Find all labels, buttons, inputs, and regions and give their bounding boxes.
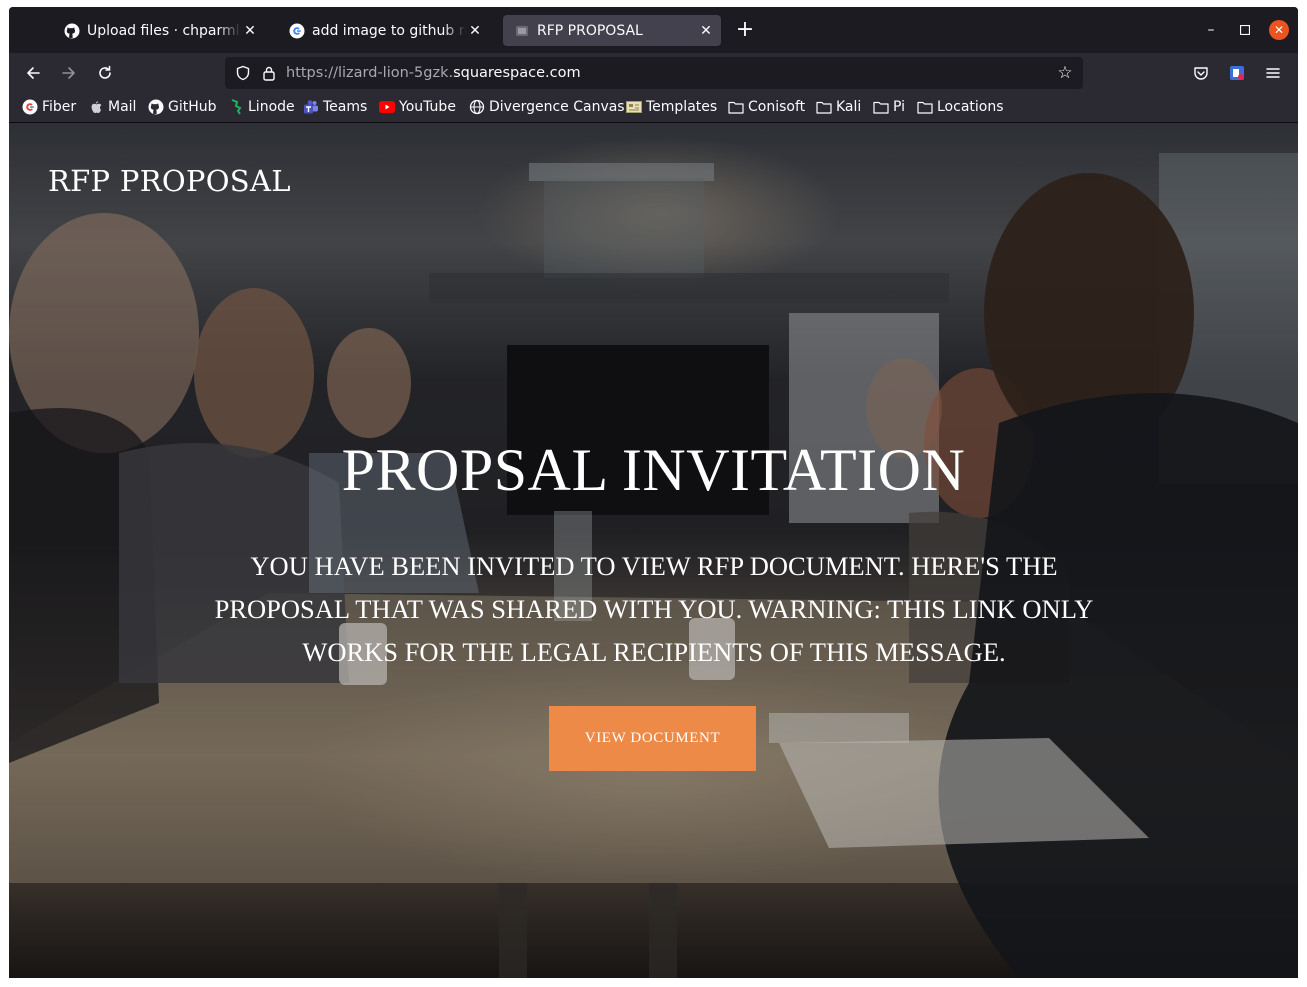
new-tab-button[interactable]: + — [733, 19, 757, 43]
browser-window: Upload files · chparmley/f ✕ add image t… — [9, 7, 1298, 978]
bookmark-teams[interactable]: Teams — [303, 97, 367, 117]
navigation-bar: https://lizard-lion-5gzk.squarespace.com… — [9, 53, 1298, 93]
tab-google-search[interactable]: add image to github read ✕ — [278, 15, 490, 46]
hero-body-text: YOU HAVE BEEN INVITED TO VIEW RFP DOCUME… — [214, 551, 1094, 667]
extension-icon[interactable] — [1227, 63, 1247, 83]
view-document-button[interactable]: VIEW DOCUMENT — [549, 706, 756, 771]
bookmark-label: Mail — [108, 99, 137, 115]
folder-icon — [728, 99, 744, 115]
url-prefix: https://lizard-lion-5gzk. — [286, 65, 454, 81]
forward-button[interactable] — [57, 61, 81, 85]
youtube-icon — [379, 99, 395, 115]
tab-strip: Upload files · chparmley/f ✕ add image t… — [9, 7, 1298, 53]
bookmark-templates[interactable]: Templates — [626, 97, 717, 117]
bookmark-label: Templates — [646, 99, 718, 115]
bookmark-kali[interactable]: Kali — [816, 97, 861, 117]
bookmark-fiber[interactable]: Fiber — [22, 97, 76, 117]
teams-icon — [303, 99, 319, 115]
close-icon[interactable]: ✕ — [241, 23, 259, 39]
tab-github-upload[interactable]: Upload files · chparmley/f ✕ — [53, 15, 265, 46]
bookmark-label: Fiber — [42, 99, 77, 115]
bookmark-label: Pi — [893, 99, 906, 115]
tab-rfp-proposal[interactable]: RFP PROPOSAL ✕ — [503, 15, 721, 46]
bookmark-locations[interactable]: Locations — [917, 97, 1004, 117]
squarespace-icon — [514, 23, 530, 39]
bookmark-label: Conisoft — [748, 99, 806, 115]
bookmark-linode[interactable]: Linode — [228, 97, 295, 117]
tab-title: add image to github read — [312, 22, 466, 39]
minimize-icon[interactable]: – — [1201, 20, 1221, 40]
reload-button[interactable] — [93, 61, 117, 85]
folder-icon — [917, 99, 933, 115]
pocket-icon[interactable] — [1191, 63, 1211, 83]
bookmark-label: Divergence Canvas — [489, 99, 625, 115]
bookmark-label: Kali — [836, 99, 862, 115]
bookmark-pi[interactable]: Pi — [873, 97, 905, 117]
linode-icon — [228, 99, 244, 115]
tab-title: Upload files · chparmley/f — [87, 22, 241, 39]
menu-icon[interactable] — [1263, 63, 1283, 83]
window-close-button[interactable]: ✕ — [1269, 20, 1289, 40]
close-icon[interactable]: ✕ — [466, 23, 484, 39]
site-title[interactable]: RFP PROPOSAL — [48, 164, 291, 198]
bookmark-star-icon[interactable]: ☆ — [1055, 63, 1075, 83]
github-icon — [64, 23, 80, 39]
hero-heading: PROPSAL INVITATION — [341, 437, 966, 503]
bookmark-mail[interactable]: Mail — [88, 97, 136, 117]
bookmark-label: Linode — [248, 99, 295, 115]
folder-icon — [816, 99, 832, 115]
google-icon — [22, 99, 38, 115]
url-text[interactable]: https://lizard-lion-5gzk.squarespace.com — [286, 65, 581, 81]
url-domain: squarespace.com — [453, 65, 581, 81]
tab-title: RFP PROPOSAL — [537, 22, 643, 39]
bookmark-label: YouTube — [399, 99, 456, 115]
address-bar[interactable]: https://lizard-lion-5gzk.squarespace.com… — [225, 57, 1083, 89]
bookmark-github[interactable]: GitHub — [148, 97, 217, 117]
folder-icon — [873, 99, 889, 115]
templates-icon — [626, 99, 642, 115]
back-button[interactable] — [21, 61, 45, 85]
google-icon — [289, 23, 305, 39]
page-content: RFP PROPOSAL PROPSAL INVITATION YOU HAVE… — [9, 123, 1298, 978]
bookmarks-toolbar: Fiber Mail GitHub Linode Teams YouTube D… — [9, 93, 1298, 123]
bookmark-label: Locations — [937, 99, 1004, 115]
bookmark-youtube[interactable]: YouTube — [379, 97, 456, 117]
close-icon[interactable]: ✕ — [697, 23, 715, 39]
globe-icon — [469, 99, 485, 115]
lock-icon[interactable] — [261, 65, 277, 81]
shield-icon[interactable] — [234, 65, 252, 81]
bookmark-conisoft[interactable]: Conisoft — [728, 97, 805, 117]
bookmark-label: GitHub — [168, 99, 217, 115]
bookmark-label: Teams — [323, 99, 368, 115]
bookmark-divergence-canvas[interactable]: Divergence Canvas — [469, 97, 625, 117]
github-icon — [148, 99, 164, 115]
maximize-icon[interactable] — [1235, 20, 1255, 40]
apple-icon — [88, 99, 104, 115]
